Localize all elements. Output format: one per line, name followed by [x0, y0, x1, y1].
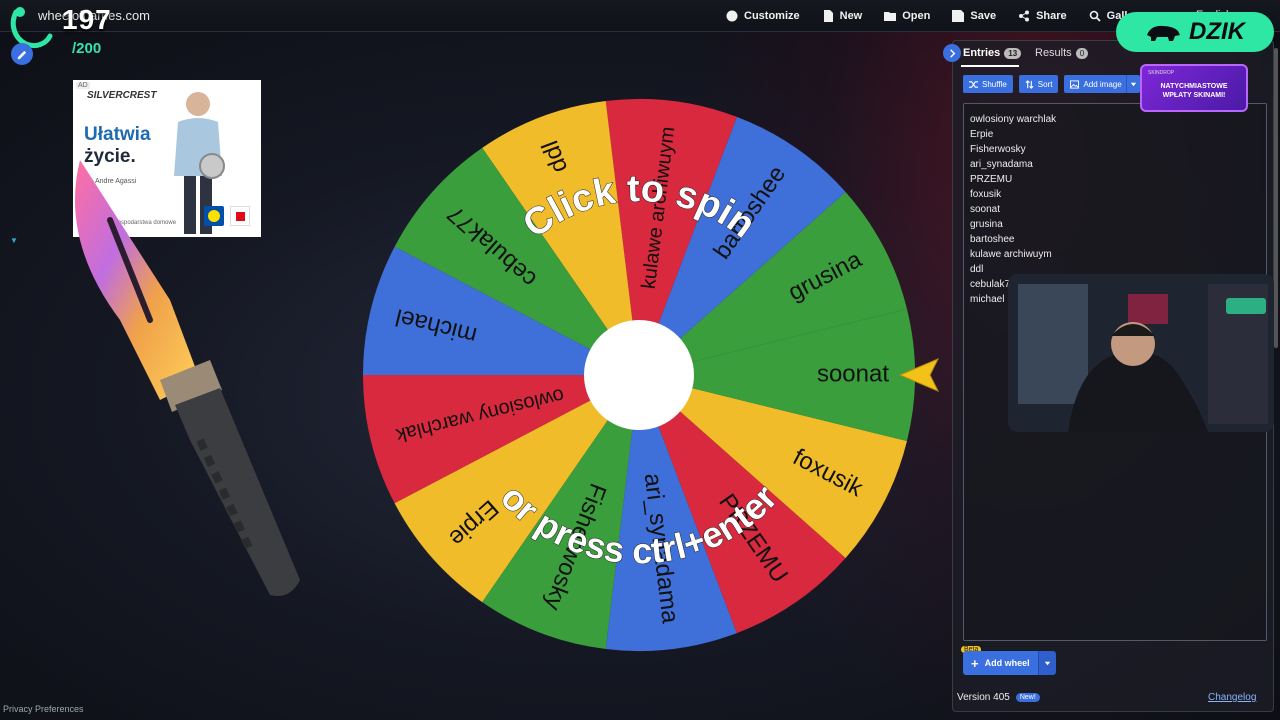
caret-down-icon [1130, 82, 1136, 86]
add-image-label: Add image [1083, 79, 1122, 89]
new-badge: New! [1015, 693, 1040, 702]
shuffle-label: Shuffle [982, 79, 1007, 89]
webcam-feed [1008, 274, 1274, 432]
new-label: New [839, 10, 863, 22]
dzik-banner: DZIK [1116, 12, 1274, 52]
version-label: Version 405 [957, 692, 1010, 703]
top-bar: wheelofnames.com Customize New Open Save… [0, 0, 1280, 32]
add-wheel-main[interactable]: + Add wheel [963, 651, 1038, 675]
entry-item: foxusik [970, 189, 1002, 200]
share-label: Share [1036, 10, 1067, 22]
wheel-slice-label: soonat [817, 360, 889, 387]
promo-line1: NATYCHMIASTOWE [1160, 83, 1228, 90]
share-icon [1019, 10, 1030, 22]
version-info: Version 405 New! [957, 692, 1040, 703]
ad-headline-line1: Ułatwia [84, 124, 151, 145]
caret-down-icon [1044, 661, 1050, 665]
sort-button[interactable]: Sort [1018, 75, 1059, 93]
save-button[interactable]: Save [952, 10, 996, 22]
shuffle-button[interactable]: Shuffle [963, 75, 1013, 93]
folder-icon [884, 12, 897, 21]
tab-entries[interactable]: Entries 13 [963, 47, 1022, 59]
changelog-link[interactable]: Changelog [1208, 692, 1256, 703]
entries-toolbar: Shuffle Sort Add image [963, 75, 1140, 93]
entry-item: kulawe archiwuym [970, 249, 1052, 260]
entry-item: Fisherwosky [970, 144, 1026, 155]
boar-icon [1147, 25, 1180, 41]
sort-icon [1025, 79, 1034, 89]
share-button[interactable]: Share [1018, 10, 1067, 22]
counter-value: 197 [62, 4, 112, 35]
active-tab-underline [961, 65, 1019, 67]
promo-line2: WPŁATY SKINAMI! [1162, 92, 1226, 99]
save-label: Save [970, 10, 997, 22]
dzik-label: DZIK [1189, 18, 1245, 45]
add-image-dropdown[interactable] [1125, 75, 1140, 93]
entry-item: grusina [970, 219, 1003, 230]
spin-wheel[interactable]: grusinabartosheekulawe archiwuymddlcebul… [362, 98, 916, 652]
promo-brand: SKINDROP [1148, 70, 1175, 76]
wheel-center [584, 320, 694, 430]
entry-item: soonat [970, 204, 1001, 215]
palette-icon [726, 10, 738, 22]
ad-brand: SILVERCREST [87, 90, 157, 101]
entry-item: PRZEMU [970, 174, 1013, 185]
entry-item: bartoshee [970, 234, 1015, 245]
top-nav: Customize New Open Save Share Gallery [726, 0, 1144, 32]
add-wheel-button[interactable]: + Add wheel [963, 651, 1056, 675]
customize-button[interactable]: Customize [726, 10, 800, 22]
knife-image [75, 160, 300, 596]
wheel-pointer-icon [898, 358, 940, 392]
sort-label: Sort [1037, 79, 1053, 89]
counter-max: /200 [72, 40, 102, 57]
promo-banner[interactable]: SKINDROP NATYCHMIASTOWE WPŁATY SKINAMI! [1140, 64, 1248, 112]
edit-pencil-button[interactable] [11, 43, 33, 65]
page-scrollbar[interactable] [1274, 48, 1278, 348]
results-count-badge: 0 [1075, 47, 1089, 59]
plus-icon: + [971, 655, 979, 671]
ad-tag: AD [76, 82, 90, 89]
customize-label: Customize [744, 10, 800, 22]
entry-item: ari_synadama [970, 159, 1033, 170]
collapse-panel-button[interactable] [943, 44, 961, 62]
tab-results-label: Results [1035, 47, 1072, 59]
add-wheel-label: Add wheel [984, 658, 1030, 668]
tab-results[interactable]: Results 0 [1035, 47, 1089, 59]
save-icon [952, 10, 965, 22]
entries-count-badge: 13 [1004, 47, 1022, 59]
tab-entries-label: Entries [963, 47, 1001, 59]
file-icon [823, 10, 833, 22]
privacy-preferences-link[interactable]: Privacy Preferences [3, 704, 84, 714]
open-button[interactable]: Open [884, 10, 930, 22]
shuffle-icon [969, 80, 978, 88]
open-label: Open [902, 10, 931, 22]
entry-item: owlosiony warchlak [970, 114, 1057, 125]
pencil-icon [17, 50, 26, 59]
add-wheel-dropdown[interactable] [1037, 651, 1056, 675]
entry-item: Erpie [970, 129, 994, 140]
small-marker-icon: ▼ [10, 236, 18, 245]
image-icon [1070, 79, 1080, 89]
new-button[interactable]: New [822, 10, 863, 22]
search-icon [1089, 10, 1101, 22]
add-image-button[interactable]: Add image [1064, 75, 1140, 93]
chevron-right-icon [949, 48, 955, 58]
